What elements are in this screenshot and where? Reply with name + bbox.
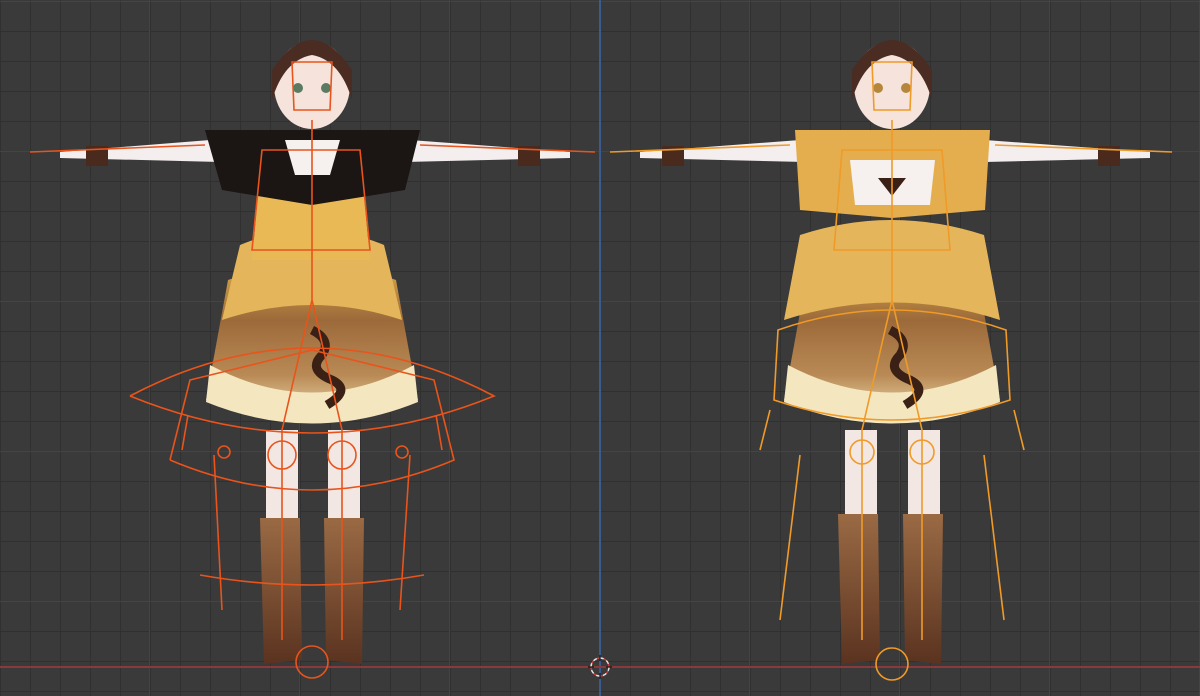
boot-left bbox=[838, 514, 880, 664]
3d-cursor-icon[interactable] bbox=[588, 655, 612, 679]
eye-right bbox=[901, 83, 911, 93]
eye-left bbox=[873, 83, 883, 93]
viewport-scene bbox=[29, 40, 1173, 681]
arm-left bbox=[60, 140, 220, 162]
arm-right bbox=[985, 140, 1150, 162]
boot-right bbox=[324, 518, 364, 664]
character-model-right[interactable] bbox=[609, 40, 1173, 681]
arm-right bbox=[405, 140, 570, 162]
eye-left bbox=[293, 83, 303, 93]
leg-left bbox=[845, 430, 877, 520]
boot-left bbox=[260, 518, 302, 664]
eye-right bbox=[321, 83, 331, 93]
character-model-left[interactable] bbox=[29, 40, 596, 679]
model-right-mode: pose-bones-selected bbox=[0, 0, 1, 1]
boot-right bbox=[903, 514, 943, 664]
